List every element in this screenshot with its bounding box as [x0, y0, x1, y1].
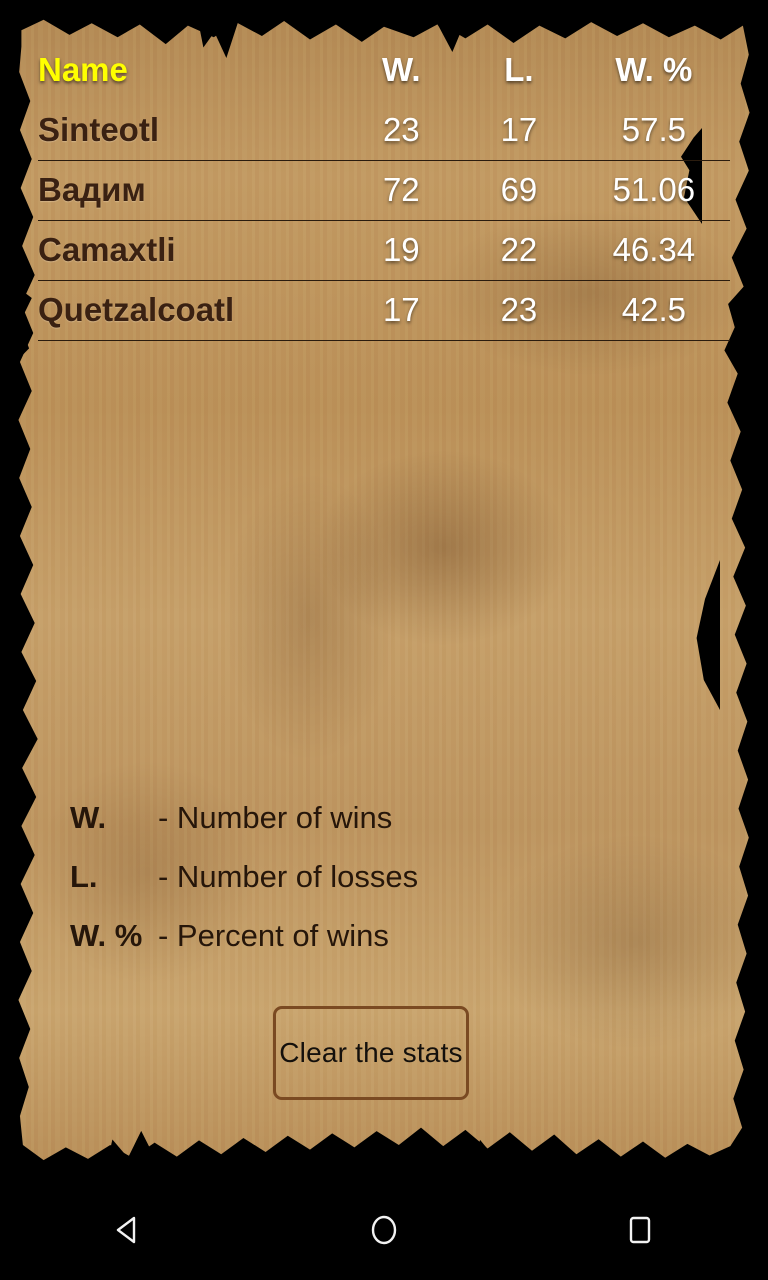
- android-nav-bar: [0, 1184, 768, 1280]
- legend-key-losses: L.: [70, 859, 98, 894]
- legend-item-wins: W. - Number of wins: [70, 800, 610, 859]
- player-wins: 19: [382, 231, 420, 268]
- player-win-percent: 46.34: [612, 231, 696, 268]
- legend-item-losses: L. - Number of losses: [70, 859, 610, 918]
- column-header-name: Name: [38, 51, 128, 88]
- back-icon: [108, 1210, 148, 1255]
- player-name: Sinteotl: [38, 110, 159, 148]
- player-losses: 69: [500, 171, 538, 208]
- legend-key-win-percent: W. %: [70, 918, 143, 953]
- table-row: Quetzalcoatl 17 23 42.5: [38, 280, 730, 340]
- legend-desc-losses: - Number of losses: [158, 859, 419, 894]
- player-losses: 22: [500, 231, 538, 268]
- stats-table: Name W. L. W. % Sinteotl 23 17 57.5 Вади…: [38, 40, 730, 341]
- stats-table-body: Sinteotl 23 17 57.5 Вадим 72 69 51.06 Ca…: [38, 100, 730, 340]
- clear-stats-button[interactable]: Clear the stats: [273, 1006, 469, 1100]
- player-win-percent: 57.5: [621, 110, 686, 148]
- recents-icon: [620, 1210, 660, 1255]
- table-row: Camaxtli 19 22 46.34: [38, 220, 730, 280]
- player-losses: 17: [500, 110, 538, 148]
- nav-home-button[interactable]: [324, 1184, 444, 1280]
- nav-recents-button[interactable]: [580, 1184, 700, 1280]
- player-name: Вадим: [38, 171, 146, 208]
- player-win-percent: 42.5: [621, 291, 686, 328]
- player-wins: 23: [382, 110, 420, 148]
- legend-desc-win-percent: - Percent of wins: [158, 918, 389, 953]
- player-win-percent: 51.06: [612, 171, 696, 208]
- column-header-win-percent: W. %: [615, 51, 693, 88]
- stats-table-header: Name W. L. W. %: [38, 40, 730, 100]
- legend: W. - Number of wins L. - Number of losse…: [70, 800, 610, 977]
- app-screen: Name W. L. W. % Sinteotl 23 17 57.5 Вади…: [0, 0, 768, 1280]
- table-row: Вадим 72 69 51.06: [38, 160, 730, 220]
- table-header-row: Name W. L. W. %: [38, 40, 730, 100]
- page-content: Name W. L. W. % Sinteotl 23 17 57.5 Вади…: [14, 14, 754, 1174]
- player-wins: 17: [382, 291, 420, 328]
- player-name: Quetzalcoatl: [38, 291, 235, 328]
- home-icon: [364, 1210, 404, 1255]
- nav-back-button[interactable]: [68, 1184, 188, 1280]
- column-header-losses: L.: [504, 51, 534, 88]
- legend-desc-wins: - Number of wins: [158, 800, 393, 835]
- legend-item-win-percent: W. % - Percent of wins: [70, 918, 610, 977]
- player-losses: 23: [500, 291, 538, 328]
- column-header-wins: W.: [382, 51, 421, 88]
- legend-key-wins: W.: [70, 800, 107, 835]
- player-name: Camaxtli: [38, 231, 176, 268]
- table-row: Sinteotl 23 17 57.5: [38, 100, 730, 160]
- player-wins: 72: [382, 171, 420, 208]
